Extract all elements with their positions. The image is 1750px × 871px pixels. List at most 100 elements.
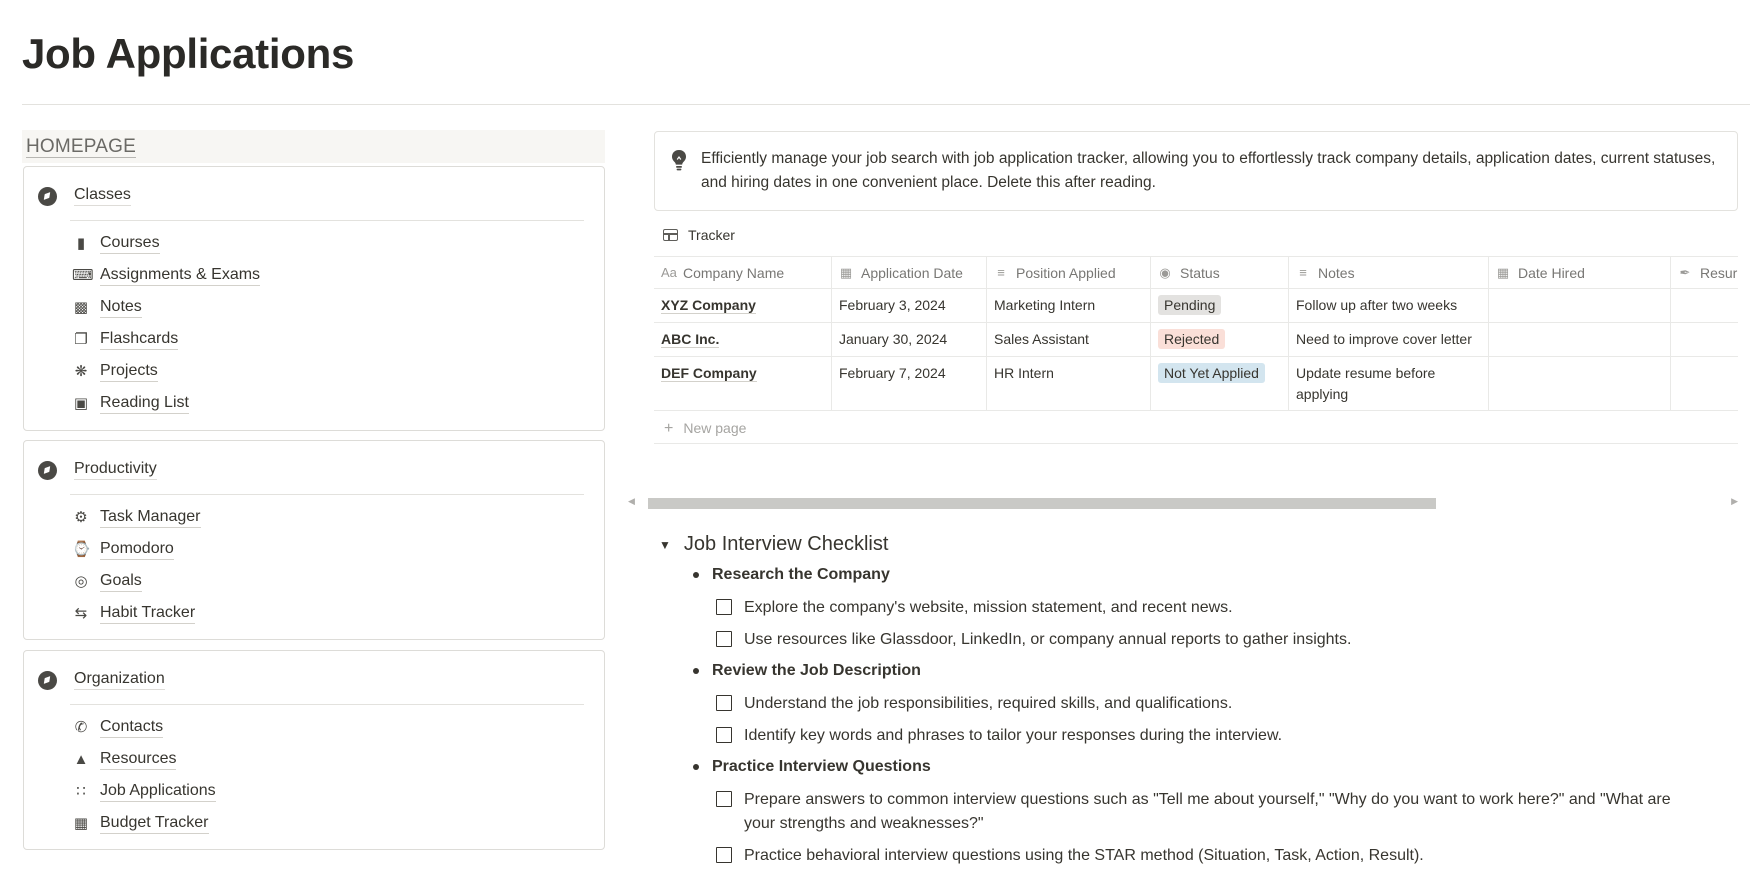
link-contacts[interactable]: ✆ Contacts <box>72 715 164 739</box>
cell-company[interactable]: ABC Inc. <box>654 323 832 356</box>
link-label[interactable]: Budget Tracker <box>100 813 209 834</box>
link-job-applications[interactable]: ∷ Job Applications <box>72 779 216 803</box>
table-row[interactable]: XYZ Company February 3, 2024 Marketing I… <box>654 288 1738 322</box>
link-task-manager[interactable]: ⚙ Task Manager <box>72 505 201 529</box>
link-goals[interactable]: ◎ Goals <box>72 569 142 593</box>
company-name[interactable]: DEF Company <box>661 365 757 382</box>
todo-text[interactable]: Explore the company's website, mission s… <box>744 596 1233 620</box>
todo-item[interactable]: Understand the job responsibilities, req… <box>716 692 1716 716</box>
column-header-company[interactable]: Aa Company Name <box>654 257 832 288</box>
todo-item[interactable]: Practice behavioral interview questions … <box>716 844 1716 868</box>
cell-resume[interactable] <box>1671 289 1738 322</box>
checkbox[interactable] <box>716 727 732 743</box>
link-assignments-exams[interactable]: ⌨ Assignments & Exams <box>72 263 261 287</box>
tracker-table: Aa Company Name ▦ Application Date ≡ Pos… <box>654 256 1738 446</box>
table-row[interactable]: ABC Inc. January 30, 2024 Sales Assistan… <box>654 322 1738 356</box>
todo-text[interactable]: Prepare answers to common interview ques… <box>744 788 1706 836</box>
section-header[interactable]: Organization <box>38 670 165 690</box>
cell-application-date[interactable]: January 30, 2024 <box>832 323 987 356</box>
todo-item[interactable]: Identify key words and phrases to tailor… <box>716 724 1716 748</box>
link-label[interactable]: Job Applications <box>100 781 216 802</box>
checkbox[interactable] <box>716 631 732 647</box>
todo-item[interactable]: Prepare answers to common interview ques… <box>716 788 1706 836</box>
tab-tracker[interactable]: Tracker <box>663 227 735 243</box>
todo-item[interactable]: Explore the company's website, mission s… <box>716 596 1716 620</box>
scrollbar-thumb[interactable] <box>648 498 1436 509</box>
homepage-label[interactable]: HOMEPAGE <box>26 136 136 158</box>
cell-date-hired[interactable] <box>1489 357 1671 410</box>
company-name[interactable]: XYZ Company <box>661 297 756 314</box>
section-title[interactable]: Classes <box>74 186 131 206</box>
new-page-button[interactable]: + New page <box>654 410 1738 444</box>
todo-text[interactable]: Practice behavioral interview questions … <box>744 844 1424 868</box>
phone-icon: ✆ <box>74 718 88 736</box>
link-label[interactable]: Projects <box>100 361 158 382</box>
section-title[interactable]: Productivity <box>74 460 157 480</box>
scroll-left-arrow-icon[interactable]: ◀ <box>628 494 635 508</box>
column-header-notes[interactable]: ≡ Notes <box>1289 257 1489 288</box>
homepage-header[interactable]: HOMEPAGE <box>22 130 605 163</box>
cell-notes[interactable]: Update resume before applying <box>1289 357 1489 410</box>
checkbox[interactable] <box>716 791 732 807</box>
link-budget-tracker[interactable]: ▦ Budget Tracker <box>72 811 209 835</box>
cell-position[interactable]: Sales Assistant <box>987 323 1151 356</box>
cell-resume[interactable] <box>1671 357 1738 410</box>
checkbox[interactable] <box>716 599 732 615</box>
horizontal-scrollbar[interactable]: ◀ ▶ <box>628 494 1738 509</box>
checklist-toggle[interactable]: ▼ Job Interview Checklist <box>659 533 888 556</box>
cell-status[interactable]: Not Yet Applied <box>1151 357 1289 410</box>
link-label[interactable]: Assignments & Exams <box>100 265 261 286</box>
cell-notes[interactable]: Need to improve cover letter <box>1289 323 1489 356</box>
column-header-date-hired[interactable]: ▦ Date Hired <box>1489 257 1671 288</box>
link-label[interactable]: Flashcards <box>100 329 179 350</box>
todo-text[interactable]: Identify key words and phrases to tailor… <box>744 724 1282 748</box>
link-label[interactable]: Task Manager <box>100 507 201 528</box>
cell-notes[interactable]: Follow up after two weeks <box>1289 289 1489 322</box>
link-label[interactable]: Pomodoro <box>100 539 174 560</box>
cell-position[interactable]: HR Intern <box>987 357 1151 410</box>
link-label[interactable]: Goals <box>100 571 142 592</box>
checkbox[interactable] <box>716 695 732 711</box>
section-header[interactable]: Classes <box>38 186 131 206</box>
link-pomodoro[interactable]: ⌚ Pomodoro <box>72 537 174 561</box>
column-header-resume[interactable]: ✒ Resur <box>1671 257 1738 288</box>
link-label[interactable]: Reading List <box>100 393 189 414</box>
cell-date-hired[interactable] <box>1489 323 1671 356</box>
cell-status[interactable]: Pending <box>1151 289 1289 322</box>
todo-text[interactable]: Use resources like Glassdoor, LinkedIn, … <box>744 628 1351 652</box>
toggle-triangle-icon[interactable]: ▼ <box>659 538 671 552</box>
cell-date-hired[interactable] <box>1489 289 1671 322</box>
section-title[interactable]: Organization <box>74 670 165 690</box>
cell-application-date[interactable]: February 3, 2024 <box>832 289 987 322</box>
column-header-application-date[interactable]: ▦ Application Date <box>832 257 987 288</box>
section-header[interactable]: Productivity <box>38 460 157 480</box>
link-label[interactable]: Courses <box>100 233 160 254</box>
company-name[interactable]: ABC Inc. <box>661 331 720 348</box>
link-flashcards[interactable]: ❐ Flashcards <box>72 327 179 351</box>
link-courses[interactable]: ▮ Courses <box>72 231 160 255</box>
column-header-position[interactable]: ≡ Position Applied <box>987 257 1151 288</box>
link-notes[interactable]: ▩ Notes <box>72 295 142 319</box>
link-resources[interactable]: ▲ Resources <box>72 747 177 771</box>
link-label[interactable]: Notes <box>100 297 142 318</box>
todo-text[interactable]: Understand the job responsibilities, req… <box>744 692 1232 716</box>
link-projects[interactable]: ❋ Projects <box>72 359 158 383</box>
scroll-right-arrow-icon[interactable]: ▶ <box>1731 494 1738 508</box>
cell-application-date[interactable]: February 7, 2024 <box>832 357 987 410</box>
link-label[interactable]: Contacts <box>100 717 164 738</box>
link-label[interactable]: Resources <box>100 749 177 770</box>
link-habit-tracker[interactable]: ⇆ Habit Tracker <box>72 601 196 625</box>
cell-company[interactable]: DEF Company <box>654 357 832 410</box>
checkbox[interactable] <box>716 847 732 863</box>
todo-item[interactable]: Use resources like Glassdoor, LinkedIn, … <box>716 628 1716 652</box>
column-header-status[interactable]: ◉ Status <box>1151 257 1289 288</box>
tracker-tab-label[interactable]: Tracker <box>688 227 735 243</box>
cell-position[interactable]: Marketing Intern <box>987 289 1151 322</box>
link-label[interactable]: Habit Tracker <box>100 603 196 624</box>
link-reading-list[interactable]: ▣ Reading List <box>72 391 189 415</box>
table-row[interactable]: DEF Company February 7, 2024 HR Intern N… <box>654 356 1738 410</box>
cell-resume[interactable] <box>1671 323 1738 356</box>
cell-status[interactable]: Rejected <box>1151 323 1289 356</box>
cell-company[interactable]: XYZ Company <box>654 289 832 322</box>
scrollbar-track[interactable] <box>638 496 1728 509</box>
